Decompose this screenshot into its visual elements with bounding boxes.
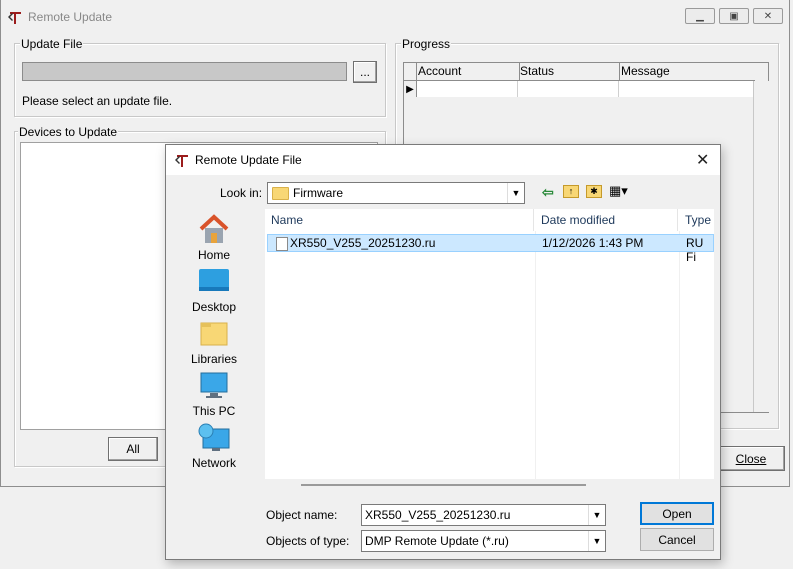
up-folder-icon[interactable]: ↑ <box>563 185 579 198</box>
update-file-hint: Please select an update file. <box>22 94 173 108</box>
main-title: Remote Update <box>28 10 113 24</box>
dialog-title: Remote Update File <box>195 153 302 167</box>
chevron-down-icon: ▼ <box>588 531 605 551</box>
browse-button[interactable]: ... <box>353 61 377 83</box>
update-file-path-field[interactable] <box>22 62 347 81</box>
object-name-combo[interactable]: XR550_V255_20251230.ru ▼ <box>361 504 606 526</box>
main-title-bar: Remote Update ▁ ▣ ✕ <box>1 0 789 34</box>
column-header-name[interactable]: Name <box>271 209 534 231</box>
object-type-combo[interactable]: DMP Remote Update (*.ru) ▼ <box>361 530 606 552</box>
close-button[interactable]: Close <box>717 446 785 471</box>
horizontal-scrollbar[interactable] <box>301 484 586 486</box>
column-header-message[interactable]: Message <box>619 63 755 81</box>
libraries-icon <box>200 322 228 346</box>
nav-label-desktop: Desktop <box>191 300 237 314</box>
column-header-type[interactable]: Type <box>685 209 714 231</box>
object-type-value: DMP Remote Update (*.ru) <box>365 534 509 548</box>
dialog-logo-icon <box>175 155 188 167</box>
nav-item-network[interactable]: Network <box>174 423 254 470</box>
look-in-value: Firmware <box>293 186 343 200</box>
row-indicator-icon: ▶ <box>404 81 417 97</box>
nav-pane: Home Desktop Libraries This PC Network <box>174 209 264 479</box>
nav-label-home: Home <box>197 248 230 262</box>
nav-label-libraries: Libraries <box>190 352 238 366</box>
nav-label-network: Network <box>191 456 236 470</box>
nav-item-home[interactable]: Home <box>174 213 254 262</box>
file-row[interactable]: XR550_V255_20251230.ru 1/12/2026 1:43 PM… <box>267 234 714 264</box>
file-name: XR550_V255_20251230.ru <box>290 236 436 250</box>
object-type-label: Objects of type: <box>266 534 350 548</box>
grid-new-row[interactable] <box>417 81 753 97</box>
column-header-status[interactable]: Status <box>518 63 620 81</box>
nav-item-this-pc[interactable]: This PC <box>174 371 254 418</box>
chevron-down-icon: ▼ <box>507 183 524 203</box>
object-name-value: XR550_V255_20251230.ru <box>365 508 511 522</box>
progress-group-label: Progress <box>401 37 452 51</box>
nav-label-this-pc: This PC <box>192 404 236 418</box>
this-pc-icon <box>200 372 228 398</box>
home-icon <box>199 214 229 243</box>
dialog-title-bar: Remote Update File ✕ <box>166 145 720 175</box>
column-header-account[interactable]: Account <box>416 63 520 81</box>
grid-scrollbar[interactable] <box>753 81 769 412</box>
minimize-button[interactable]: ▁ <box>685 8 715 24</box>
dialog-close-icon[interactable]: ✕ <box>696 150 709 170</box>
close-window-button[interactable]: ✕ <box>753 8 783 24</box>
network-icon <box>198 423 230 451</box>
back-icon[interactable]: ⇦ <box>542 184 554 201</box>
new-folder-icon[interactable]: ✱ <box>586 185 602 198</box>
update-file-group-label: Update File <box>20 37 84 51</box>
look-in-label: Look in: <box>220 186 263 200</box>
chevron-down-icon: ▼ <box>588 505 605 525</box>
all-button[interactable]: All <box>108 437 158 461</box>
file-icon <box>276 237 288 251</box>
maximize-icon: ▣ <box>729 10 739 22</box>
folder-icon <box>272 186 289 200</box>
nav-item-libraries[interactable]: Libraries <box>174 319 254 366</box>
cancel-button[interactable]: Cancel <box>640 528 714 551</box>
file-type: RU Fi <box>686 236 704 264</box>
file-date: 1/12/2026 1:43 PM <box>542 236 644 250</box>
devices-group-label: Devices to Update <box>18 125 119 139</box>
open-button[interactable]: Open <box>640 502 714 525</box>
view-menu-icon[interactable]: ▦▾ <box>609 183 628 199</box>
minimize-icon: ▁ <box>696 10 704 22</box>
remote-update-file-dialog: Remote Update File ✕ Look in: Firmware ▼… <box>165 144 721 560</box>
nav-item-desktop[interactable]: Desktop <box>174 267 254 314</box>
file-list[interactable]: ⌃ Name Date modified Type XR550_V255_202… <box>265 209 714 479</box>
column-header-date[interactable]: Date modified <box>541 209 678 231</box>
app-logo-icon <box>8 12 21 24</box>
close-icon: ✕ <box>763 10 773 22</box>
maximize-button[interactable]: ▣ <box>719 8 749 24</box>
desktop-icon <box>199 269 229 291</box>
look-in-combo[interactable]: Firmware ▼ <box>267 182 525 204</box>
object-name-label: Object name: <box>266 508 338 522</box>
